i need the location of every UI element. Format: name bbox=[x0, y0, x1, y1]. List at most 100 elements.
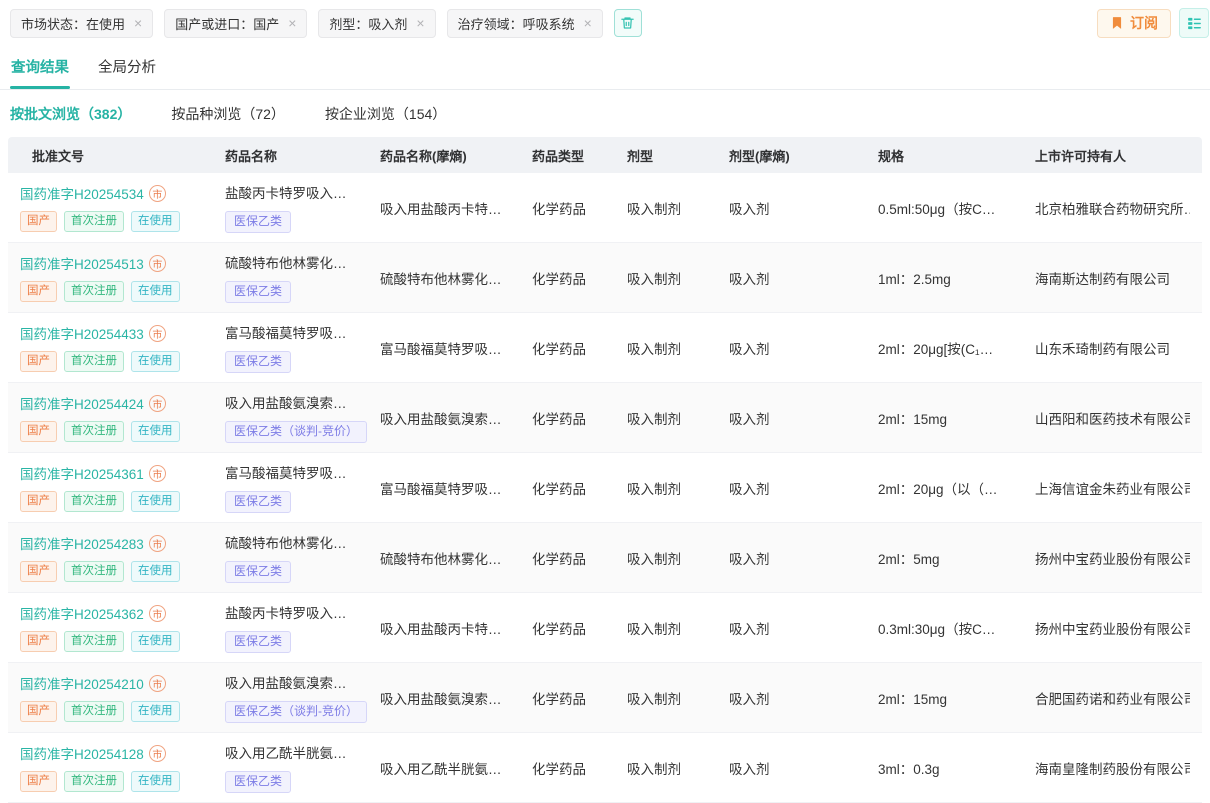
market-badge-icon: 市 bbox=[149, 255, 166, 272]
spec-cell: 2ml：20μg[按(C₁… bbox=[878, 338, 1035, 358]
table-row: 国药准字H20254210 市 国产 首次注册 在使用 吸入用盐酸氨溴索… 医保… bbox=[8, 663, 1202, 733]
clear-filters-button[interactable] bbox=[614, 9, 642, 37]
subscribe-button[interactable]: 订阅 bbox=[1097, 9, 1171, 38]
tag-in-use: 在使用 bbox=[131, 421, 180, 442]
spec-cell: 3ml：0.3g bbox=[878, 758, 1035, 778]
column-settings-button[interactable] bbox=[1179, 8, 1209, 38]
holder-cell: 海南斯达制药有限公司 bbox=[1035, 268, 1190, 288]
drug-name[interactable]: 吸入用盐酸氨溴索… bbox=[225, 672, 368, 692]
insurance-badge: 医保乙类 bbox=[225, 211, 291, 232]
dosage-form-cell: 吸入制剂 bbox=[627, 478, 729, 498]
approval-number-link[interactable]: 国药准字H20254424 bbox=[20, 393, 144, 413]
remove-filter-icon[interactable]: × bbox=[416, 16, 424, 30]
column-header: 剂型(摩熵) bbox=[729, 146, 878, 165]
drug-name-cell: 盐酸丙卡特罗吸入… 医保乙类 bbox=[225, 602, 380, 652]
tag-in-use: 在使用 bbox=[131, 631, 180, 652]
remove-filter-icon[interactable]: × bbox=[288, 16, 296, 30]
drug-type-cell: 化学药品 bbox=[532, 758, 627, 778]
filter-tag-label: 国产或进口：国产 bbox=[175, 14, 279, 33]
drug-type-cell: 化学药品 bbox=[532, 408, 627, 428]
table-row: 国药准字H20254128 市 国产 首次注册 在使用 吸入用乙酰半胱氨… 医保… bbox=[8, 733, 1202, 803]
column-header: 剂型 bbox=[627, 146, 729, 165]
subscribe-label: 订阅 bbox=[1130, 13, 1158, 33]
tag-in-use: 在使用 bbox=[131, 771, 180, 792]
tag-first-registration: 首次注册 bbox=[64, 771, 124, 792]
approval-number-link[interactable]: 国药准字H20254361 bbox=[20, 463, 144, 483]
approval-cell: 国药准字H20254361 市 国产 首次注册 在使用 bbox=[20, 463, 225, 512]
column-header: 上市许可持有人 bbox=[1035, 146, 1190, 165]
drug-name[interactable]: 富马酸福莫特罗吸… bbox=[225, 322, 368, 342]
drug-name-cell: 吸入用乙酰半胱氨… 医保乙类 bbox=[225, 742, 380, 792]
bookmark-icon bbox=[1110, 16, 1124, 30]
drug-name[interactable]: 吸入用盐酸氨溴索… bbox=[225, 392, 368, 412]
filter-tag: 治疗领域：呼吸系统 × bbox=[447, 9, 603, 38]
subtab-browse-by-company[interactable]: 按企业浏览（154） bbox=[325, 104, 446, 124]
remove-filter-icon[interactable]: × bbox=[584, 16, 592, 30]
tag-domestic: 国产 bbox=[20, 351, 57, 372]
market-badge-icon: 市 bbox=[149, 465, 166, 482]
approval-number-link[interactable]: 国药准字H20254210 bbox=[20, 673, 144, 693]
drug-name-cell: 盐酸丙卡特罗吸入… 医保乙类 bbox=[225, 182, 380, 232]
approval-number-link[interactable]: 国药准字H20254433 bbox=[20, 323, 144, 343]
drug-name-cell: 吸入用盐酸氨溴索… 医保乙类（谈判-竞价） bbox=[225, 672, 380, 722]
holder-cell: 扬州中宝药业股份有限公司 bbox=[1035, 548, 1190, 568]
tab-global-analysis[interactable]: 全局分析 bbox=[97, 45, 157, 89]
approval-number-link[interactable]: 国药准字H20254128 bbox=[20, 743, 144, 763]
dosage-form-moxiang-cell: 吸入剂 bbox=[729, 338, 878, 358]
drug-name[interactable]: 富马酸福莫特罗吸… bbox=[225, 462, 368, 482]
column-header: 规格 bbox=[878, 146, 1035, 165]
drug-name[interactable]: 硫酸特布他林雾化… bbox=[225, 252, 368, 272]
filter-bar: 市场状态：在使用×国产或进口：国产×剂型：吸入剂×治疗领域：呼吸系统× 订阅 bbox=[0, 0, 1210, 45]
table-body: 国药准字H20254534 市 国产 首次注册 在使用 盐酸丙卡特罗吸入… 医保… bbox=[8, 173, 1202, 803]
tag-first-registration: 首次注册 bbox=[64, 421, 124, 442]
dosage-form-moxiang-cell: 吸入剂 bbox=[729, 408, 878, 428]
market-badge-icon: 市 bbox=[149, 745, 166, 762]
table-row: 国药准字H20254534 市 国产 首次注册 在使用 盐酸丙卡特罗吸入… 医保… bbox=[8, 173, 1202, 243]
market-badge-icon: 市 bbox=[149, 325, 166, 342]
dosage-form-cell: 吸入制剂 bbox=[627, 688, 729, 708]
approval-cell: 国药准字H20254424 市 国产 首次注册 在使用 bbox=[20, 393, 225, 442]
dosage-form-moxiang-cell: 吸入剂 bbox=[729, 618, 878, 638]
drug-name-moxiang-cell: 富马酸福莫特罗吸… bbox=[380, 338, 532, 358]
tag-first-registration: 首次注册 bbox=[64, 491, 124, 512]
drug-type-cell: 化学药品 bbox=[532, 338, 627, 358]
tag-domestic: 国产 bbox=[20, 631, 57, 652]
drug-name-moxiang-cell: 吸入用盐酸丙卡特… bbox=[380, 198, 532, 218]
approval-number-link[interactable]: 国药准字H20254534 bbox=[20, 183, 144, 203]
subtab-browse-by-approval[interactable]: 按批文浏览（382） bbox=[10, 104, 131, 124]
dosage-form-cell: 吸入制剂 bbox=[627, 758, 729, 778]
tag-first-registration: 首次注册 bbox=[64, 631, 124, 652]
drug-name[interactable]: 吸入用乙酰半胱氨… bbox=[225, 742, 368, 762]
spec-cell: 2ml：15mg bbox=[878, 688, 1035, 708]
filter-tag: 市场状态：在使用× bbox=[10, 9, 153, 38]
tag-first-registration: 首次注册 bbox=[64, 281, 124, 302]
holder-cell: 合肥国药诺和药业有限公司 bbox=[1035, 688, 1190, 708]
drug-name-cell: 吸入用盐酸氨溴索… 医保乙类（谈判-竞价） bbox=[225, 392, 380, 442]
holder-cell: 山东禾琦制药有限公司 bbox=[1035, 338, 1190, 358]
table-row: 国药准字H20254433 市 国产 首次注册 在使用 富马酸福莫特罗吸… 医保… bbox=[8, 313, 1202, 383]
drug-name[interactable]: 盐酸丙卡特罗吸入… bbox=[225, 182, 368, 202]
dosage-form-moxiang-cell: 吸入剂 bbox=[729, 688, 878, 708]
drug-name-cell: 硫酸特布他林雾化… 医保乙类 bbox=[225, 532, 380, 582]
tag-domestic: 国产 bbox=[20, 421, 57, 442]
insurance-badge: 医保乙类 bbox=[225, 561, 291, 582]
insurance-badge: 医保乙类（谈判-竞价） bbox=[225, 701, 367, 722]
tag-first-registration: 首次注册 bbox=[64, 211, 124, 232]
approval-number-link[interactable]: 国药准字H20254513 bbox=[20, 253, 144, 273]
tag-domestic: 国产 bbox=[20, 281, 57, 302]
filter-tag-label: 治疗领域：呼吸系统 bbox=[458, 14, 575, 33]
tag-in-use: 在使用 bbox=[131, 351, 180, 372]
tag-in-use: 在使用 bbox=[131, 491, 180, 512]
drug-name-moxiang-cell: 吸入用乙酰半胱氨… bbox=[380, 758, 532, 778]
drug-name-moxiang-cell: 吸入用盐酸氨溴索… bbox=[380, 408, 532, 428]
approval-number-link[interactable]: 国药准字H20254283 bbox=[20, 533, 144, 553]
remove-filter-icon[interactable]: × bbox=[134, 16, 142, 30]
tab-query-results[interactable]: 查询结果 bbox=[10, 45, 70, 89]
drug-name[interactable]: 盐酸丙卡特罗吸入… bbox=[225, 602, 368, 622]
subtab-browse-by-variety[interactable]: 按品种浏览（72） bbox=[171, 104, 285, 124]
dosage-form-cell: 吸入制剂 bbox=[627, 268, 729, 288]
drug-name[interactable]: 硫酸特布他林雾化… bbox=[225, 532, 368, 552]
approval-number-link[interactable]: 国药准字H20254362 bbox=[20, 603, 144, 623]
drug-type-cell: 化学药品 bbox=[532, 198, 627, 218]
spec-cell: 2ml：15mg bbox=[878, 408, 1035, 428]
